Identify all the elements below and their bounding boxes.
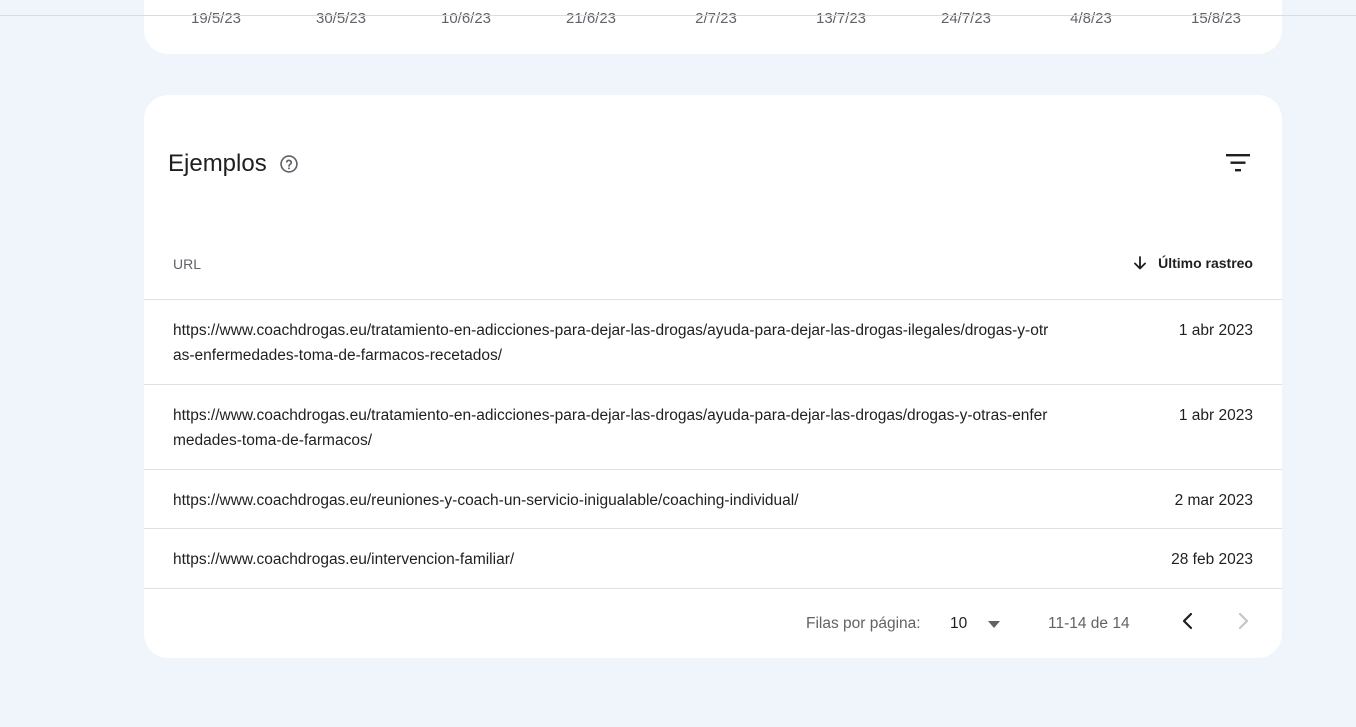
filter-list-icon[interactable]: [1224, 151, 1252, 175]
caret-down-icon: [988, 621, 1000, 628]
x-tick-label: 21/6/23: [565, 10, 617, 27]
examples-card: Ejemplos URL Último rastreo https://www.…: [144, 95, 1282, 658]
row-url[interactable]: https://www.coachdrogas.eu/tratamiento-e…: [173, 403, 1053, 453]
row-url[interactable]: https://www.coachdrogas.eu/intervencion-…: [173, 547, 1053, 572]
row-date: 1 abr 2023: [1178, 407, 1253, 424]
table-header: URL Último rastreo: [144, 235, 1282, 300]
x-tick-label: 13/7/23: [815, 10, 867, 27]
x-tick-label: 30/5/23: [315, 10, 367, 27]
page-range: 11-14 de 14: [1048, 615, 1130, 632]
x-tick-label: 10/6/23: [440, 10, 492, 27]
row-date: 28 feb 2023: [1171, 551, 1253, 568]
chart-x-axis: 19/5/23 30/5/23 10/6/23 21/6/23 2/7/23 1…: [144, 0, 1282, 35]
pagination: Filas por página: 10 11-14 de 14: [144, 603, 1282, 643]
arrow-down-icon: [1134, 256, 1146, 270]
x-tick-label: 2/7/23: [695, 10, 737, 27]
row-date: 2 mar 2023: [1174, 492, 1253, 509]
row-url[interactable]: https://www.coachdrogas.eu/reuniones-y-c…: [173, 488, 1053, 513]
column-header-last-crawl[interactable]: Último rastreo: [1132, 255, 1253, 271]
column-header-url[interactable]: URL: [173, 256, 201, 272]
examples-title: Ejemplos: [168, 150, 267, 177]
examples-table-body: https://www.coachdrogas.eu/tratamiento-e…: [144, 300, 1282, 589]
table-row[interactable]: https://www.coachdrogas.eu/reuniones-y-c…: [144, 470, 1282, 529]
rows-per-page-select[interactable]: 10: [950, 611, 1006, 637]
x-tick-label: 19/5/23: [190, 10, 242, 27]
x-tick-label: 4/8/23: [1070, 10, 1112, 27]
rows-per-page-label: Filas por página:: [806, 615, 921, 632]
chart-card: 19/5/23 30/5/23 10/6/23 21/6/23 2/7/23 1…: [144, 0, 1282, 54]
help-circle-icon[interactable]: [279, 154, 299, 174]
table-row[interactable]: https://www.coachdrogas.eu/intervencion-…: [144, 529, 1282, 589]
table-row[interactable]: https://www.coachdrogas.eu/tratamiento-e…: [144, 385, 1282, 470]
examples-header: Ejemplos: [168, 150, 299, 178]
row-url[interactable]: https://www.coachdrogas.eu/tratamiento-e…: [173, 318, 1053, 368]
column-header-last-crawl-label: Último rastreo: [1158, 255, 1253, 271]
x-tick-label: 15/8/23: [1190, 10, 1242, 27]
rows-per-page-value: 10: [950, 615, 968, 632]
x-tick-label: 24/7/23: [940, 10, 992, 27]
top-divider: [0, 15, 1356, 16]
chevron-left-icon[interactable]: [1174, 607, 1202, 635]
chevron-right-icon[interactable]: [1229, 607, 1257, 635]
table-row[interactable]: https://www.coachdrogas.eu/tratamiento-e…: [144, 300, 1282, 385]
row-date: 1 abr 2023: [1178, 322, 1253, 339]
